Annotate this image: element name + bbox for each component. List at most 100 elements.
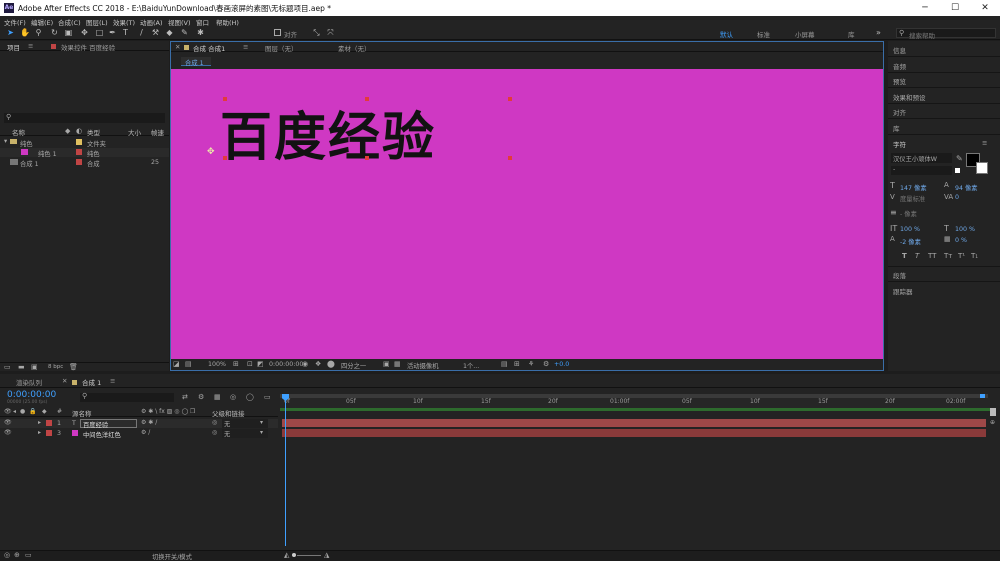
pickwhip-icon[interactable]: ◎ <box>212 429 217 436</box>
eraser-tool-icon[interactable]: ◆ <box>165 28 174 37</box>
current-time[interactable]: 0:00:00:00 <box>269 361 303 368</box>
fast-preview-icon[interactable]: ▣ <box>383 360 390 368</box>
eye-icon[interactable]: 👁 <box>4 429 12 436</box>
region-icon[interactable]: ◩ <box>257 360 264 368</box>
layer-duration-bar[interactable] <box>282 429 986 437</box>
canvas-text-layer[interactable]: 百度经验 <box>220 95 436 170</box>
pen-tool-icon[interactable]: ✒ <box>108 28 117 37</box>
modes-toggle-icon[interactable]: ⊕ <box>14 551 20 559</box>
flowchart-icon[interactable]: ⚘ <box>528 360 534 368</box>
stroke-color-swatch[interactable] <box>976 162 988 174</box>
tracking-value[interactable]: 0 <box>955 194 959 201</box>
frame-blending-icon[interactable]: ◎ <box>230 393 236 401</box>
parent-dropdown[interactable]: 无 ▾ <box>222 429 268 438</box>
workspace-small-screen[interactable]: 小屏幕 <box>795 29 815 39</box>
hand-tool-icon[interactable]: ✋ <box>20 28 30 37</box>
maximize-icon[interactable]: ☐ <box>940 0 970 16</box>
tracker-panel[interactable]: 跟踪器 <box>893 286 913 296</box>
transform-handle[interactable] <box>365 156 369 160</box>
video-switch-icon[interactable]: 👁 <box>4 408 12 415</box>
shy-layers-icon[interactable]: ▦ <box>214 393 221 401</box>
faux-italic-button[interactable]: T <box>915 252 919 260</box>
motion-blur-icon[interactable]: ◯ <box>246 393 254 401</box>
label-column-icon[interactable]: ◆ <box>42 408 47 415</box>
paragraph-panel[interactable]: 段落 <box>893 270 906 280</box>
audio-switch-icon[interactable]: ◂ <box>13 408 16 415</box>
camera-dropdown[interactable]: 活动摄像机 <box>407 361 438 370</box>
layer-switches-icon[interactable]: ⚙ / <box>141 429 150 436</box>
font-family-dropdown[interactable]: 汉仪王小顽体W <box>891 153 952 163</box>
project-item-folder[interactable]: ▾ 纯色 文件夹 <box>0 138 169 148</box>
column-source-name[interactable]: 源名称 <box>72 408 92 418</box>
exposure-value[interactable]: +0.0 <box>554 361 569 368</box>
roto-brush-tool-icon[interactable]: ✎ <box>180 28 189 37</box>
column-name[interactable]: 名称 <box>12 127 25 137</box>
tab-layer[interactable]: 图层（无） <box>265 43 298 53</box>
rectangle-tool-icon[interactable]: □ <box>95 28 104 37</box>
stroke-width-value[interactable]: - 像素 <box>900 209 917 218</box>
tab-timeline-comp[interactable]: 合成 1 <box>82 377 101 387</box>
zoom-slider[interactable] <box>297 555 321 556</box>
preview-icon[interactable]: ▤ <box>185 360 192 368</box>
new-folder-icon[interactable]: ▬ <box>18 363 25 371</box>
font-style-dropdown[interactable]: - <box>891 166 952 175</box>
interpret-footage-icon[interactable]: ▭ <box>4 363 11 371</box>
parent-dropdown[interactable]: 无 ▾ <box>222 419 268 428</box>
layer-name[interactable]: 中间色洋红色 <box>83 430 121 439</box>
layer-duration-bar[interactable] <box>282 419 986 427</box>
snap-icon[interactable]: ⤡ <box>312 28 321 37</box>
project-item-comp[interactable]: 合成 1 合成 25 <box>0 158 169 168</box>
safe-margins-icon[interactable]: ⊡ <box>247 360 253 368</box>
time-ruler[interactable] <box>280 398 990 408</box>
comp-flowchart-icon[interactable]: ⊞ <box>514 360 520 368</box>
effects-presets-panel[interactable]: 效果和预设 <box>893 92 926 102</box>
info-panel[interactable]: 信息 <box>893 45 906 55</box>
workspace-menu-icon[interactable]: » <box>874 28 883 37</box>
layer-label-swatch[interactable] <box>46 430 52 436</box>
project-search-input[interactable]: ⚲ <box>4 113 165 123</box>
panel-menu-icon[interactable]: ≡ <box>28 42 33 50</box>
column-parent[interactable]: 父级和链接 <box>212 408 245 418</box>
graph-editor-icon[interactable]: ▭ <box>264 393 271 401</box>
comp-mini-flowchart-icon[interactable]: ⇄ <box>182 393 188 401</box>
no-fill-icon[interactable] <box>955 168 960 173</box>
transparency-grid-icon[interactable]: ▦ <box>394 360 401 368</box>
camera-tool-icon[interactable]: ▣ <box>64 28 73 37</box>
preview-panel[interactable]: 预览 <box>893 76 906 86</box>
snap-options-icon[interactable]: ⤧ <box>326 28 335 37</box>
breadcrumb-comp[interactable]: 合成 1 <box>185 58 204 67</box>
transform-handle[interactable] <box>508 156 512 160</box>
new-comp-icon[interactable]: ▣ <box>31 363 38 371</box>
puppet-tool-icon[interactable]: ✱ <box>196 28 205 37</box>
playhead[interactable] <box>285 394 286 546</box>
close-icon[interactable]: ✕ <box>970 0 1000 16</box>
scroll-icon[interactable]: ⊕ <box>990 419 995 426</box>
all-caps-button[interactable]: TT <box>928 252 936 260</box>
pickwhip-icon[interactable]: ◎ <box>212 419 217 426</box>
eye-icon[interactable]: 👁 <box>4 419 12 426</box>
align-panel[interactable]: 对齐 <box>893 107 906 117</box>
panel-menu-icon[interactable]: ≡ <box>982 139 987 147</box>
kerning-value[interactable]: 度量标准 <box>900 194 925 203</box>
baseline-shift-value[interactable]: -2 像素 <box>900 237 921 246</box>
snapshot-icon[interactable]: ◉ <box>302 360 308 368</box>
small-caps-button[interactable]: Tт <box>944 252 952 260</box>
transform-handle[interactable] <box>508 97 512 101</box>
tab-composition[interactable]: 合成 合成1 <box>193 43 225 53</box>
breadcrumb[interactable]: 合成 1 <box>181 57 211 67</box>
brush-tool-icon[interactable]: / <box>137 28 146 37</box>
layer-number-icon[interactable]: # <box>57 408 62 415</box>
faux-bold-button[interactable]: T <box>902 252 907 260</box>
label-swatch[interactable] <box>76 159 82 165</box>
close-tab-icon[interactable]: ✕ <box>175 43 180 51</box>
eyedropper-icon[interactable]: ✎ <box>956 154 963 163</box>
expand-arrow-icon[interactable]: ▸ <box>38 419 41 426</box>
panel-menu-icon[interactable]: ≡ <box>110 377 115 385</box>
layer-row[interactable]: 👁 ▸ 3 中间色洋红色 ⚙ / ◎ 无 ▾ <box>0 429 278 439</box>
resolution-dropdown[interactable]: 四分之一 <box>341 361 366 370</box>
leading-value[interactable]: 94 像素 <box>955 183 978 192</box>
layer-switches-toggle-icon[interactable]: ◎ <box>4 551 10 559</box>
switches-header-icon[interactable]: ⚙ ✱ \ fx ▨ ◎ ◯ ❒ <box>141 408 195 415</box>
tag-icon[interactable]: ◐ <box>76 127 82 135</box>
pan-behind-tool-icon[interactable]: ✥ <box>80 28 89 37</box>
